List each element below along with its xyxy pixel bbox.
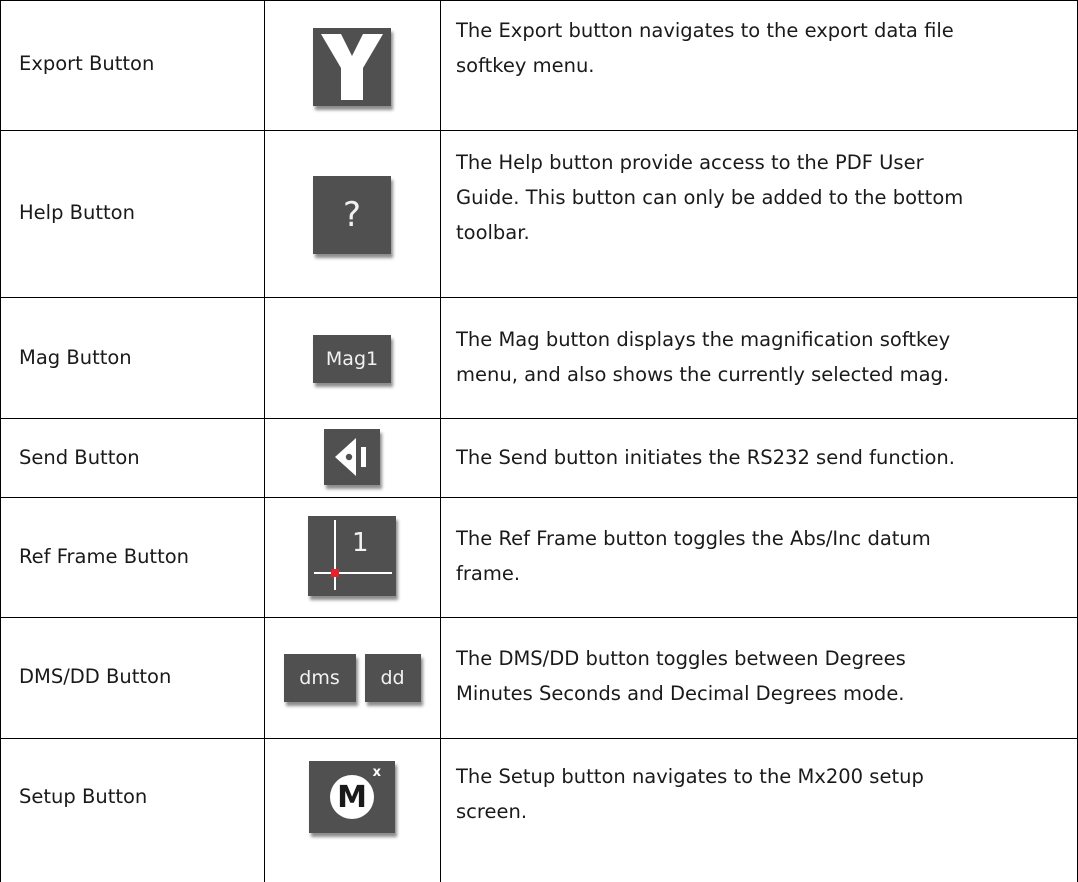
description-line: screen. xyxy=(456,800,528,823)
row-label: Ref Frame Button xyxy=(19,545,190,568)
question-mark-icon: ? xyxy=(313,176,391,254)
table-row: Help Button ? The Help button provide ac… xyxy=(0,130,1078,297)
dms-icon: dms xyxy=(283,654,356,702)
description-line: The Help button provide access to the PD… xyxy=(456,151,924,174)
description-line: toolbar. xyxy=(456,221,530,244)
icon-cell: Mag1 xyxy=(264,334,440,384)
row-description: The DMS/DD button toggles between Degree… xyxy=(456,641,1068,711)
send-arrow-icon xyxy=(324,429,380,485)
m-circle: M xyxy=(330,775,374,819)
description-line: softkey menu. xyxy=(456,54,595,77)
row-description: The Setup button navigates to the Mx200 … xyxy=(456,759,1068,829)
table-row: Ref Frame Button 1 The Ref Frame button … xyxy=(0,497,1078,617)
row-label: Help Button xyxy=(19,201,135,224)
dd-icon: dd xyxy=(364,654,421,702)
icon-cell: M x xyxy=(264,757,440,837)
row-description: The Export button navigates to the expor… xyxy=(456,13,1068,83)
description-line: The Send button initiates the RS232 send… xyxy=(456,446,955,469)
description-line: The Ref Frame button toggles the Abs/Inc… xyxy=(456,527,931,550)
mx-setup-m-icon: M x xyxy=(309,761,395,833)
description-line: Guide. This button can only be added to … xyxy=(456,186,964,209)
row-label: DMS/DD Button xyxy=(19,665,172,688)
row-label: Export Button xyxy=(19,52,155,75)
icon-cell xyxy=(264,24,440,110)
icon-glyph: 1 xyxy=(352,528,369,558)
icon-glyph: Mag1 xyxy=(325,348,379,370)
icon-glyph: M xyxy=(337,779,367,815)
button-reference-table: Export Button The Export button navigate… xyxy=(0,0,1078,882)
row-label: Setup Button xyxy=(19,785,148,808)
description-line: The Export button navigates to the expor… xyxy=(456,19,954,42)
icon-cell: ? xyxy=(264,172,440,258)
description-line: menu, and also shows the currently selec… xyxy=(456,363,950,386)
icon-cell: 1 xyxy=(264,513,440,599)
table-row: Export Button The Export button navigate… xyxy=(0,0,1078,130)
ref-frame-axes-icon: 1 xyxy=(308,516,396,596)
table-row: Mag Button Mag1 The Mag button displays … xyxy=(0,297,1078,418)
icon-cell xyxy=(264,428,440,486)
mag-label-icon: Mag1 xyxy=(313,335,391,383)
row-description: The Ref Frame button toggles the Abs/Inc… xyxy=(456,521,1068,591)
table-row: Send Button The Send button initiates th… xyxy=(0,418,1078,497)
row-label: Send Button xyxy=(19,446,140,469)
description-line: Minutes Seconds and Decimal Degrees mode… xyxy=(456,682,905,705)
table-row: Setup Button M x The Setup button naviga… xyxy=(0,738,1078,882)
table-row: DMS/DD Button dms dd The DMS/DD button t… xyxy=(0,617,1078,738)
description-line: frame. xyxy=(456,562,521,585)
description-line: The Mag button displays the magnificatio… xyxy=(456,328,951,351)
row-description: The Help button provide access to the PD… xyxy=(456,145,1068,250)
row-description: The Send button initiates the RS232 send… xyxy=(456,440,1068,475)
description-line: The Setup button navigates to the Mx200 … xyxy=(456,765,924,788)
row-description: The Mag button displays the magnificatio… xyxy=(456,322,1068,392)
description-line: The DMS/DD button toggles between Degree… xyxy=(456,647,906,670)
export-fork-icon xyxy=(313,28,391,106)
dms-dd-toggle-icons: dms dd xyxy=(264,651,440,705)
icon-glyph: dms xyxy=(299,667,340,689)
icon-glyph: ? xyxy=(342,195,362,235)
row-label: Mag Button xyxy=(19,346,132,369)
icon-glyph: dd xyxy=(380,667,405,689)
icon-superscript: x xyxy=(372,765,381,780)
